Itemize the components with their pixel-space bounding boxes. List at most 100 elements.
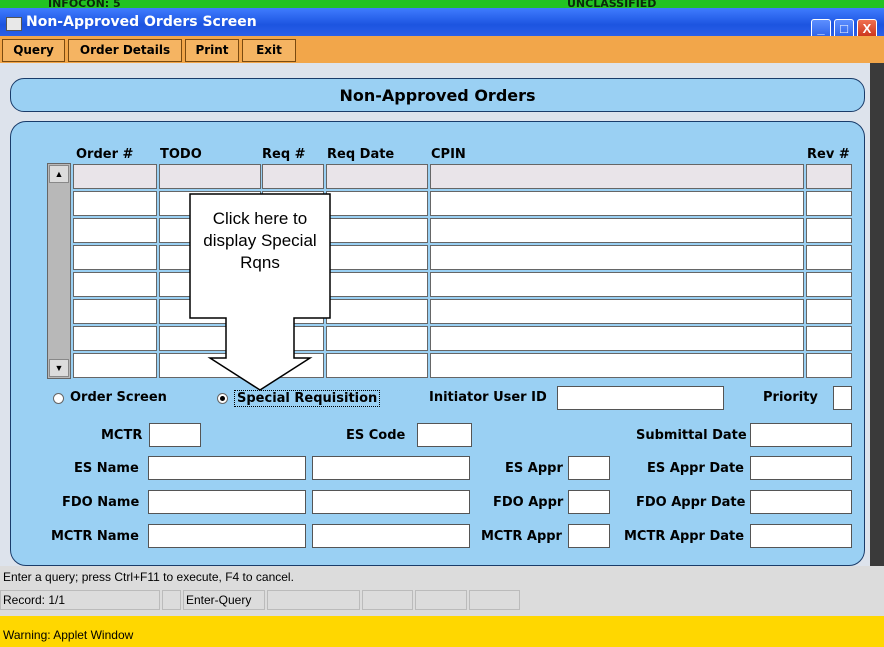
es-name-label: ES Name xyxy=(74,461,139,476)
cell-order-number[interactable] xyxy=(73,191,157,216)
cell-req-date[interactable] xyxy=(326,218,428,243)
menu-bar: Query Order Details Print Exit xyxy=(0,36,884,63)
classification-banner: INFOCON: 5 UNCLASSIFIED xyxy=(0,0,884,10)
cell-order-number[interactable] xyxy=(73,272,157,297)
cell-order-number[interactable] xyxy=(73,326,157,351)
fdo-name-input-2[interactable] xyxy=(312,490,470,514)
status-cell-5 xyxy=(469,590,520,610)
window-title: Non-Approved Orders Screen xyxy=(26,14,257,30)
mctr-name-input-2[interactable] xyxy=(312,524,470,548)
status-cell-1 xyxy=(162,590,181,610)
status-cell-2 xyxy=(267,590,360,610)
app-icon xyxy=(6,17,22,31)
cell-req-number[interactable] xyxy=(262,164,324,189)
mctr-appr-date-input[interactable] xyxy=(750,524,852,548)
col-req-number: Req # xyxy=(262,147,306,162)
scroll-up-icon[interactable]: ▲ xyxy=(49,165,69,183)
cell-rev-number[interactable] xyxy=(806,164,852,189)
col-req-date: Req Date xyxy=(327,147,395,162)
cell-rev-number[interactable] xyxy=(806,191,852,216)
cell-cpin[interactable] xyxy=(430,272,804,297)
warning-text: Warning: Applet Window xyxy=(3,628,134,642)
col-todo: TODO xyxy=(160,147,202,162)
cell-order-number[interactable] xyxy=(73,353,157,378)
print-button[interactable]: Print xyxy=(185,39,239,62)
priority-input[interactable] xyxy=(833,386,852,410)
es-code-input[interactable] xyxy=(417,423,472,447)
fdo-appr-input[interactable] xyxy=(568,490,610,514)
submittal-date-input[interactable] xyxy=(750,423,852,447)
fdo-appr-date-label: FDO Appr Date xyxy=(636,495,746,510)
mctr-name-input-1[interactable] xyxy=(148,524,306,548)
cell-cpin[interactable] xyxy=(430,191,804,216)
cell-cpin[interactable] xyxy=(430,218,804,243)
status-cell-4 xyxy=(415,590,467,610)
cell-req-date[interactable] xyxy=(326,164,428,189)
cell-req-date[interactable] xyxy=(326,299,428,324)
cell-rev-number[interactable] xyxy=(806,326,852,351)
cell-req-date[interactable] xyxy=(326,353,428,378)
order-screen-label[interactable]: Order Screen xyxy=(70,390,167,405)
special-requisition-radio[interactable] xyxy=(217,393,228,404)
cell-cpin[interactable] xyxy=(430,245,804,270)
mctr-appr-date-label: MCTR Appr Date xyxy=(624,529,745,544)
table-scrollbar[interactable]: ▲ ▼ xyxy=(47,163,71,379)
query-button[interactable]: Query xyxy=(2,39,65,62)
cell-cpin[interactable] xyxy=(430,353,804,378)
cell-req-date[interactable] xyxy=(326,245,428,270)
cell-rev-number[interactable] xyxy=(806,272,852,297)
es-appr-date-input[interactable] xyxy=(750,456,852,480)
es-appr-date-label: ES Appr Date xyxy=(647,461,744,476)
cell-rev-number[interactable] xyxy=(806,353,852,378)
fdo-appr-label: FDO Appr xyxy=(493,495,564,510)
order-screen-radio[interactable] xyxy=(53,393,64,404)
mctr-name-label: MCTR Name xyxy=(51,529,139,544)
screen-header: Non-Approved Orders xyxy=(10,78,865,112)
mode-indicator: Enter-Query xyxy=(183,590,265,610)
priority-label: Priority xyxy=(763,390,818,405)
es-appr-label: ES Appr xyxy=(505,461,563,476)
screen-title: Non-Approved Orders xyxy=(339,86,536,105)
cell-req-date[interactable] xyxy=(326,272,428,297)
fdo-appr-date-input[interactable] xyxy=(750,490,852,514)
exit-button[interactable]: Exit xyxy=(242,39,296,62)
cell-order-number[interactable] xyxy=(73,164,157,189)
fdo-name-label: FDO Name xyxy=(62,495,140,510)
window-border xyxy=(870,63,884,566)
cell-rev-number[interactable] xyxy=(806,245,852,270)
window-titlebar[interactable]: Non-Approved Orders Screen _ □ X xyxy=(0,8,884,39)
mctr-appr-label: MCTR Appr xyxy=(481,529,562,544)
callout-text: Click here to display Special Rqns xyxy=(203,209,317,272)
record-indicator: Record: 1/1 xyxy=(0,590,160,610)
es-code-label: ES Code xyxy=(346,428,406,443)
mctr-appr-input[interactable] xyxy=(568,524,610,548)
submittal-date-label: Submittal Date xyxy=(636,428,747,443)
es-name-input-1[interactable] xyxy=(148,456,306,480)
status-cell-3 xyxy=(362,590,413,610)
cell-rev-number[interactable] xyxy=(806,299,852,324)
col-order-number: Order # xyxy=(76,147,134,162)
es-name-input-2[interactable] xyxy=(312,456,470,480)
cell-cpin[interactable] xyxy=(430,299,804,324)
cell-req-date[interactable] xyxy=(326,191,428,216)
es-appr-input[interactable] xyxy=(568,456,610,480)
cell-cpin[interactable] xyxy=(430,326,804,351)
warning-bar: Warning: Applet Window xyxy=(0,616,884,647)
col-cpin: CPIN xyxy=(431,147,466,162)
cell-req-date[interactable] xyxy=(326,326,428,351)
mctr-label: MCTR xyxy=(101,428,143,443)
cell-rev-number[interactable] xyxy=(806,218,852,243)
status-hint: Enter a query; press Ctrl+F11 to execute… xyxy=(3,570,294,584)
cell-cpin[interactable] xyxy=(430,164,804,189)
order-details-button[interactable]: Order Details xyxy=(68,39,182,62)
cell-order-number[interactable] xyxy=(73,299,157,324)
cell-order-number[interactable] xyxy=(73,218,157,243)
initiator-user-id-label: Initiator User ID xyxy=(429,390,547,405)
mctr-input[interactable] xyxy=(149,423,201,447)
col-rev-number: Rev # xyxy=(807,147,850,162)
cell-todo[interactable] xyxy=(159,164,261,189)
cell-order-number[interactable] xyxy=(73,245,157,270)
initiator-user-id-input[interactable] xyxy=(557,386,724,410)
scroll-down-icon[interactable]: ▼ xyxy=(49,359,69,377)
fdo-name-input-1[interactable] xyxy=(148,490,306,514)
